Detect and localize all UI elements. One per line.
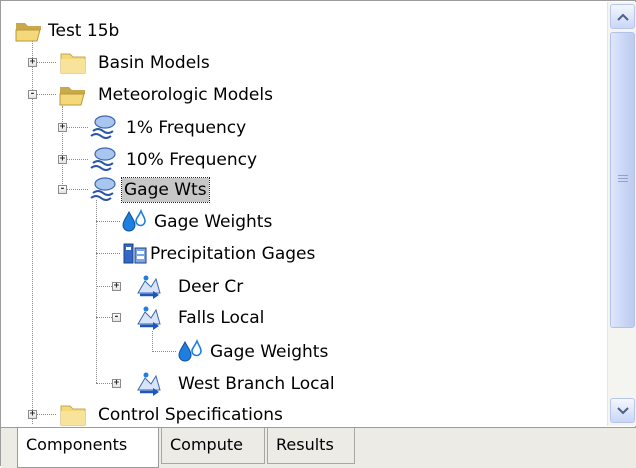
- subbasin-icon: [137, 275, 161, 299]
- tree-node-label: Basin Models: [98, 53, 210, 73]
- precipitation-gages-icon: [123, 243, 147, 264]
- tree-node-label: Deer Cr: [178, 277, 244, 297]
- meteorologic-model-icon: [90, 177, 116, 201]
- tree-node-label: 10% Frequency: [126, 150, 258, 170]
- tree-line: [62, 106, 63, 188]
- tab-bar: Components Compute Results: [1, 427, 636, 468]
- scroll-thumb[interactable]: [610, 32, 635, 328]
- expand-icon[interactable]: +: [58, 155, 67, 164]
- grip-icon: [618, 175, 628, 183]
- meteorologic-model-icon: [90, 147, 116, 171]
- tree-node-label: West Branch Local: [178, 374, 335, 394]
- collapse-icon[interactable]: -: [28, 90, 37, 99]
- expand-icon[interactable]: +: [28, 58, 37, 67]
- chevron-down-icon: [616, 406, 629, 414]
- tree-node-label: Gage Weights: [210, 342, 329, 362]
- scroll-up-button[interactable]: [610, 4, 635, 29]
- subbasin-icon: [137, 372, 161, 396]
- collapse-icon[interactable]: -: [112, 313, 121, 322]
- chevron-up-icon: [616, 13, 629, 21]
- tree-line: [152, 351, 176, 352]
- tab-compute[interactable]: Compute: [161, 428, 265, 464]
- folder-icon: [60, 53, 86, 74]
- tree-node-label: Control Specifications: [98, 405, 283, 425]
- tree-line: [96, 253, 120, 254]
- tree-node-label: 1% Frequency: [126, 118, 247, 138]
- collapse-icon[interactable]: -: [58, 185, 67, 194]
- tree-node-label: Gage Weights: [154, 212, 273, 232]
- meteorologic-model-icon: [90, 115, 116, 139]
- tree-node-label: Test 15b: [48, 21, 120, 41]
- scroll-down-button[interactable]: [610, 398, 635, 423]
- tab-results[interactable]: Results: [267, 428, 355, 464]
- folder-icon: [60, 405, 86, 426]
- gage-weights-icon: [178, 338, 202, 362]
- gage-weights-icon: [122, 208, 146, 232]
- tree-line: [96, 221, 120, 222]
- watershed-explorer: Test 15b + Basin Models - Meteorologic M…: [0, 0, 636, 468]
- vertical-scrollbar[interactable]: [607, 2, 636, 426]
- tab-components[interactable]: Components: [17, 428, 159, 468]
- tree-line: [96, 200, 97, 383]
- open-folder-icon: [15, 23, 41, 42]
- tree-node-label: Meteorologic Models: [98, 85, 273, 105]
- open-folder-icon: [59, 87, 85, 106]
- tree-node-label: Precipitation Gages: [150, 244, 316, 264]
- expand-icon[interactable]: +: [28, 410, 37, 419]
- tree-line: [152, 331, 153, 352]
- component-tree: Test 15b + Basin Models - Meteorologic M…: [2, 2, 606, 426]
- expand-icon[interactable]: +: [112, 379, 121, 388]
- expand-icon[interactable]: +: [58, 123, 67, 132]
- subbasin-icon: [137, 306, 161, 330]
- expand-icon[interactable]: +: [112, 282, 121, 291]
- tree-node-label: Falls Local: [178, 308, 265, 328]
- tree-node-label-selected: Gage Wts: [121, 177, 210, 203]
